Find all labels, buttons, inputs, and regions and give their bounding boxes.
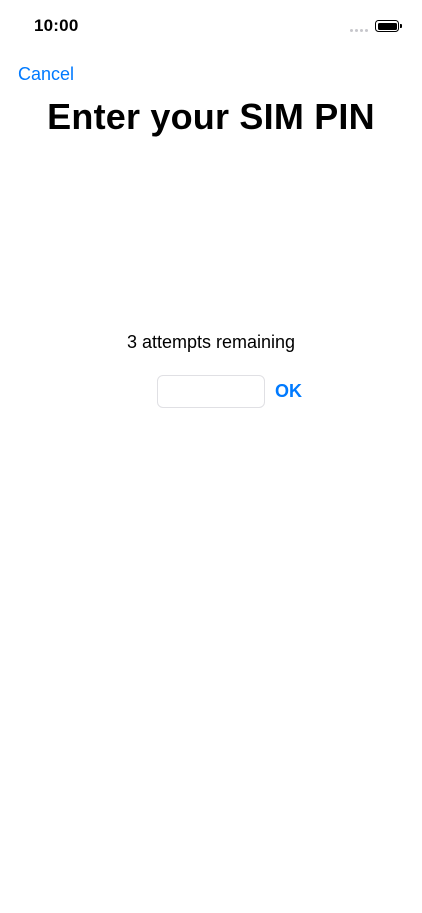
battery-cap (400, 24, 402, 28)
status-time: 10:00 (34, 16, 79, 35)
battery-icon (375, 20, 399, 32)
ok-button[interactable]: OK (275, 381, 302, 402)
battery-level-fill (377, 22, 397, 30)
sim-pin-input[interactable] (157, 375, 265, 408)
page-title: Enter your SIM PIN (47, 96, 375, 137)
status-bar: 10:00 (0, 0, 422, 52)
attempts-remaining-text: 3 attempts remaining (126, 332, 296, 352)
cellular-signal-icon (350, 29, 368, 32)
cancel-button[interactable]: Cancel (18, 64, 74, 85)
